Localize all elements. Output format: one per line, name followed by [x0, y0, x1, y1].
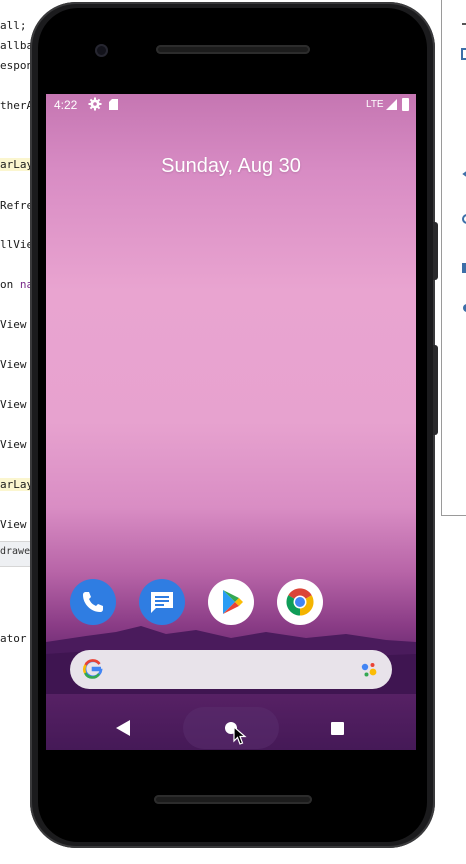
code-text: on [0, 278, 20, 291]
ide-right-panel [441, 0, 466, 516]
code-line: View [0, 438, 27, 451]
code-line: View [0, 398, 27, 411]
settings-gear-icon [88, 97, 102, 111]
play-store-app-icon[interactable] [208, 579, 254, 625]
code-line: therA [0, 99, 34, 112]
messages-app-icon[interactable] [139, 579, 185, 625]
play-store-icon [223, 590, 243, 614]
code-line: View [0, 518, 27, 531]
code-line: ator [0, 632, 27, 645]
settings-icon[interactable] [461, 302, 466, 314]
phone-app-icon[interactable] [70, 579, 116, 625]
google-g-icon [83, 659, 103, 679]
code-line: allba [0, 39, 34, 52]
stop-icon[interactable] [461, 262, 466, 274]
bottom-speaker [154, 795, 312, 804]
chrome-icon [286, 588, 314, 616]
status-time: 4:22 [54, 98, 78, 112]
cell-signal-icon [386, 99, 397, 110]
network-type: LTE [366, 99, 384, 110]
power-button[interactable] [433, 345, 438, 435]
code-line: View [0, 358, 27, 371]
code-line: Refre [0, 199, 34, 212]
code-line: View [0, 318, 27, 331]
earpiece-speaker [156, 45, 310, 54]
google-search-bar[interactable] [70, 650, 392, 689]
home-screen: 4:22 LTE Sunday, Aug 30 [46, 94, 416, 750]
battery-icon [402, 98, 409, 111]
chrome-app-icon[interactable] [277, 579, 323, 625]
front-camera [95, 44, 108, 57]
navigation-bar [46, 706, 416, 750]
back-icon[interactable] [116, 720, 130, 736]
assistant-mic-icon[interactable] [358, 659, 380, 681]
code-line: espon [0, 59, 34, 72]
code-line: llVie [0, 238, 34, 251]
arrow-left-icon[interactable] [461, 168, 466, 180]
panel-icon[interactable] [461, 48, 466, 60]
minimize-icon[interactable] [461, 18, 466, 30]
recents-icon[interactable] [331, 722, 344, 735]
code-line: on na [0, 278, 33, 291]
refresh-icon[interactable] [461, 213, 466, 225]
phone-icon [83, 592, 103, 612]
volume-button[interactable] [433, 222, 438, 280]
code-line: all; [0, 19, 27, 32]
status-bar: 4:22 LTE [46, 94, 416, 116]
date-widget[interactable]: Sunday, Aug 30 [46, 155, 416, 178]
sd-card-icon [109, 99, 118, 110]
messages-icon [151, 592, 173, 613]
mouse-cursor-icon [233, 726, 247, 745]
